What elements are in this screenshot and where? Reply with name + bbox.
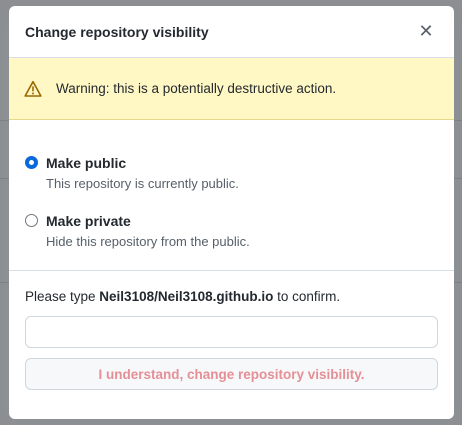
change-visibility-dialog: Change repository visibility ✕ Warning: …	[9, 6, 454, 419]
confirm-instruction: Please type Neil3108/Neil3108.github.io …	[25, 289, 438, 304]
confirm-repo-input[interactable]	[25, 316, 438, 348]
option-make-public[interactable]: Make public This repository is currently…	[25, 154, 438, 191]
option-make-private[interactable]: Make private Hide this repository from t…	[25, 212, 438, 249]
confirm-section: Please type Neil3108/Neil3108.github.io …	[9, 271, 454, 390]
warning-banner: Warning: this is a potentially destructi…	[9, 58, 454, 120]
change-visibility-button[interactable]: I understand, change repository visibili…	[25, 358, 438, 390]
make-public-radio[interactable]	[25, 156, 38, 169]
confirm-prefix: Please type	[25, 289, 100, 304]
confirm-suffix: to confirm.	[273, 289, 341, 304]
alert-icon	[24, 80, 42, 97]
make-private-label: Make private	[46, 213, 131, 229]
make-private-radio[interactable]	[25, 214, 38, 227]
dialog-title: Change repository visibility	[25, 23, 209, 40]
visibility-options: Make public This repository is currently…	[9, 120, 454, 249]
make-public-label: Make public	[46, 155, 127, 171]
warning-text: Warning: this is a potentially destructi…	[56, 81, 337, 96]
make-public-description: This repository is currently public.	[46, 176, 239, 191]
confirm-repo-name: Neil3108/Neil3108.github.io	[99, 289, 274, 304]
close-button[interactable]: ✕	[414, 20, 438, 44]
dialog-header: Change repository visibility ✕	[9, 6, 454, 58]
close-icon: ✕	[418, 21, 434, 42]
make-private-description: Hide this repository from the public.	[46, 234, 250, 249]
